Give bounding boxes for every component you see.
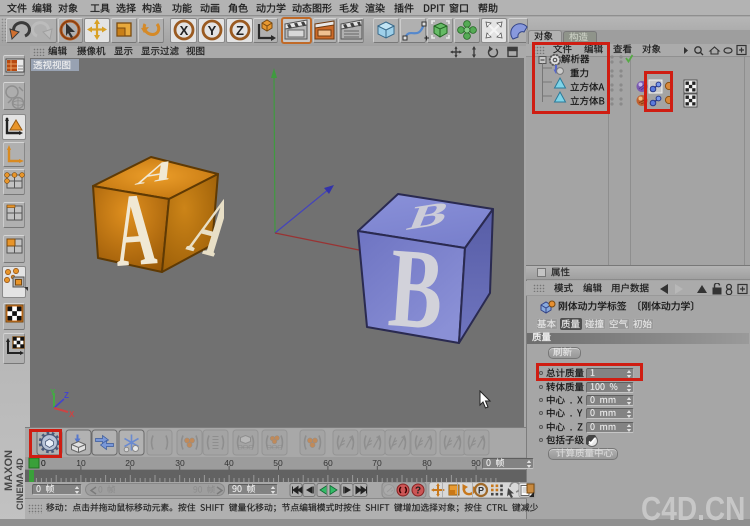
svg-text:X: X bbox=[69, 410, 75, 419]
svg-text:Z: Z bbox=[64, 391, 69, 400]
svg-text:B: B bbox=[385, 224, 447, 354]
svg-text:P: P bbox=[478, 486, 484, 496]
svg-text:Y: Y bbox=[50, 388, 56, 397]
svg-text:?: ? bbox=[415, 486, 421, 497]
svg-text:+: + bbox=[424, 33, 429, 43]
